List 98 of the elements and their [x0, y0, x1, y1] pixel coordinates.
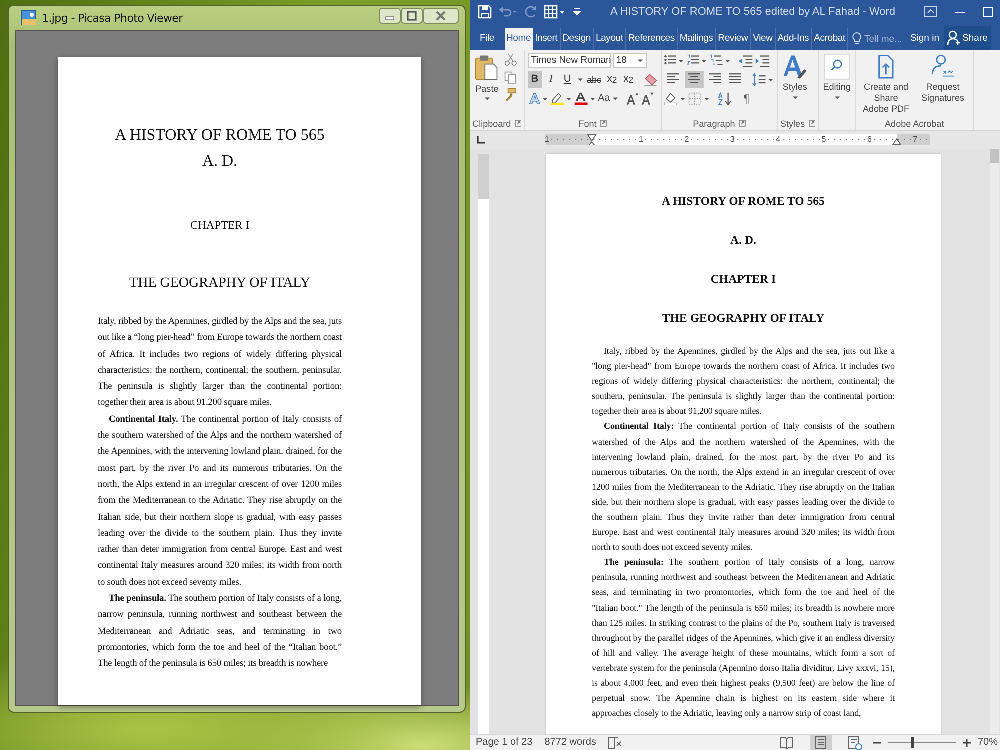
- save-icon[interactable]: [478, 5, 492, 19]
- tell-me-field[interactable]: Tell me...: [848, 28, 906, 50]
- window-title: 1.jpg - Picasa Photo Viewer: [42, 12, 183, 24]
- ruler-number: 3: [730, 134, 735, 146]
- ruler-number: 6: [867, 134, 872, 146]
- show-formatting-button[interactable]: ¶: [743, 92, 750, 106]
- ribbon-tab[interactable]: Home: [504, 28, 534, 50]
- share-button[interactable]: Share: [944, 26, 991, 50]
- close-icon[interactable]: [423, 8, 459, 24]
- multilevel-list-icon[interactable]: [709, 54, 732, 68]
- group-label: Clipboard: [472, 118, 512, 129]
- paragraph: Italy, ribbed by the Apennines, girdled by the Alps and the sea, juts out like a "long pier-head" from Europe towards the northern coast of Africa. It includes two regions of widely differing physical characteristics: the northern, continental; the southern, peninsular. The peninsula is slightly larger than the continental portion: together their area is about 91,200 square miles.: [592, 344, 895, 418]
- ruler-number: 1: [545, 134, 550, 146]
- document-title: A. D.: [201, 152, 239, 172]
- heading: CHAPTER I: [710, 270, 778, 288]
- right-indent-marker-icon[interactable]: [892, 138, 902, 146]
- ruler-number: 5: [822, 134, 826, 146]
- dialog-launcher-icon[interactable]: [514, 120, 522, 127]
- styles-button[interactable]: Styles: [780, 52, 810, 118]
- heading: A HISTORY OF ROME TO 565: [661, 192, 826, 210]
- picture-icon: [21, 10, 37, 26]
- proofing-icon[interactable]: [608, 736, 622, 750]
- editing-button[interactable]: Editing: [822, 52, 853, 118]
- decrease-indent-icon[interactable]: [738, 54, 754, 68]
- line-spacing-icon[interactable]: [752, 72, 774, 87]
- group-label: Adobe Acrobat: [885, 118, 944, 129]
- print-view-icon: [812, 734, 829, 750]
- person-add-icon: [946, 30, 961, 46]
- dialog-launcher-icon[interactable]: [738, 120, 746, 127]
- web-view-icon: [846, 734, 863, 750]
- ruler-number: 2: [684, 134, 690, 146]
- read-view-icon: [778, 734, 795, 750]
- search-icon: [824, 54, 850, 80]
- group-label: Styles: [780, 118, 806, 129]
- text-effects-icon[interactable]: [528, 92, 548, 106]
- increase-indent-icon[interactable]: [755, 54, 771, 68]
- align-center-icon[interactable]: [684, 71, 704, 88]
- font-size-field[interactable]: 18: [612, 53, 648, 68]
- styles-icon: [782, 54, 808, 80]
- table-icon[interactable]: [544, 5, 566, 19]
- acrobat-button[interactable]: Create and Share Adobe PDF: [858, 52, 914, 118]
- caret-icon: [834, 94, 840, 100]
- dialog-launcher-icon[interactable]: [808, 120, 816, 127]
- page-count[interactable]: Page 1 of 23: [476, 737, 533, 748]
- zoom-level[interactable]: 70%: [978, 737, 998, 748]
- ruler-number: 1: [639, 134, 644, 146]
- lightbulb-icon: [852, 32, 862, 46]
- heading: THE GEOGRAPHY OF ITALY: [661, 310, 826, 327]
- font-color-icon[interactable]: [574, 92, 596, 106]
- change-case-button[interactable]: Aa: [598, 93, 619, 104]
- scroll-bar[interactable]: [990, 148, 999, 734]
- document-title: A HISTORY OF ROME TO 565: [114, 126, 326, 146]
- caret-icon: [792, 94, 799, 100]
- acrobat-button[interactable]: Request Signatures: [915, 52, 971, 118]
- eraser-icon[interactable]: [642, 72, 658, 87]
- paste-button[interactable]: Paste: [472, 52, 502, 118]
- format-button[interactable]: abc: [585, 71, 604, 88]
- heading: A. D.: [730, 232, 758, 249]
- group-label: Paragraph: [693, 118, 736, 129]
- paragraph: Continental Italy: The continental portion of Italy consists of the southern watershed of the Alps and the northern watershed of the Apennines, with the intervening lowland plain, drained, for the most part, by the river Po and its numerous tributaries. On the north, the Alps extend in an irregular crescent of over 1200 miles from the Mediterranean to the Adriatic. They rise abruptly on the Italian side, but their northern slope is gradual, with easy passes leading over the divide to the southern plain. Thus they invite rather than deter immigration from central Europe. East and west continental Italy measures around 320 miles; its width from north to south does not exceed seventy miles.: [592, 420, 895, 554]
- group-label: Font: [578, 118, 597, 129]
- shrink-font-icon[interactable]: [641, 92, 655, 106]
- caret-icon: [636, 58, 644, 64]
- highlight-icon[interactable]: [550, 92, 572, 106]
- caret-icon: [612, 96, 619, 102]
- caret-icon: [484, 96, 491, 102]
- shading-icon[interactable]: [664, 92, 687, 106]
- grow-font-icon[interactable]: [626, 92, 640, 106]
- clipboard-icon: [474, 54, 500, 82]
- ruler-number: 4: [776, 134, 781, 146]
- print-view-button[interactable]: [810, 735, 832, 750]
- format-button[interactable]: B: [528, 71, 542, 88]
- sort-icon[interactable]: [718, 92, 734, 106]
- ribbon-display-icon[interactable]: [924, 6, 938, 18]
- format-button[interactable]: I: [544, 71, 559, 88]
- paintbrush-icon[interactable]: [504, 88, 518, 102]
- word-count[interactable]: 8772 words: [544, 737, 596, 748]
- format-button[interactable]: U: [560, 71, 575, 88]
- sign-in-link[interactable]: Sign in: [906, 28, 944, 50]
- minimize-icon[interactable]: [379, 8, 401, 24]
- paragraph: Italy, ribbed by the Apennines, girdled by the Alps and the sea, juts out like a “long pier-head” from Europe towards the northern coast of Africa. It includes two regions of widely differing physical characteristics: the northern, continental; the southern, peninsular. The peninsula is slightly larger than the continental portion: together their area is about 91,200 square miles.: [98, 316, 342, 410]
- ribbon-tab[interactable]: File: [470, 28, 505, 50]
- slider-thumb[interactable]: [910, 737, 914, 748]
- paragraph: Continental Italy. The continental portion of Italy consists of the southern watershed of the Alps and the northern watershed of the Apennines, with the intervening lowland plain, drained, for the most part, by the river Po and its numerous tributaries. On the north, the Alps extend in an irregular crescent of over 1200 miles from the Mediterranean to the Adriatic. They rise abruptly on the Italian side, but their northern slope is gradual, with easy passes leading over the divide to the southern plain. Thus they invite rather than deter immigration from central Europe. East and west continental Italy measures around 320 miles; its width from north to south does not exceed seventy miles.: [98, 414, 342, 590]
- maximize-icon[interactable]: [401, 8, 423, 24]
- dialog-launcher-icon[interactable]: [600, 120, 608, 127]
- font-name-field[interactable]: Times New Roman: [528, 53, 612, 68]
- paragraph: The peninsula: The southern portion of Italy consists of a long, narrow peninsula, running northwest and southeast between the Mediterranean and Adriatic seas, and terminating in two promontories, which form the toe and heel of the "Italian boot." The length of the peninsula is 650 miles; its breadth is nowhere more than 125 miles. In striking contrast to the plains of the Po, southern Italy is traversed throughout by the parallel ridges of the Apennines, which give it an endless diversity of hill and valley. The average height of these mountains, which form a sort of vertebrate system for the peninsula (Apennino dorso Italia dividitur, Livy xxxvi, 15), is about 4,000 feet, and even their highest peaks (9,500 feet) are below the line of perpetual snow. The Apennine chain is highest on its eastern side where it approaches closely to the Adriatic, leaving only a narrow strip of coast land,: [592, 556, 895, 720]
- caret-icon: [576, 77, 584, 82]
- copy-icon[interactable]: [504, 70, 518, 84]
- tab-selector-icon[interactable]: [476, 134, 486, 145]
- paragraph: The peninsula. The southern portion of Italy consists of a long, narrow peninsula, running northwest and southeast between the Mediterranean and Adriatic seas, and terminating in two promontories, which form the toe and heel of the “Italian boot.” The length of the peninsula is 650 miles; its breadth is nowhere: [98, 593, 342, 672]
- cut-icon[interactable]: [504, 53, 518, 68]
- window-title: A HISTORY OF ROME TO 565 edited by AL Fahad - Word: [609, 6, 897, 18]
- chapter-heading: CHAPTER I: [189, 219, 251, 234]
- ruler-number: 7: [913, 134, 918, 146]
- zoom-in-icon[interactable]: [962, 738, 972, 748]
- section-heading: THE GEOGRAPHY OF ITALY: [128, 275, 312, 293]
